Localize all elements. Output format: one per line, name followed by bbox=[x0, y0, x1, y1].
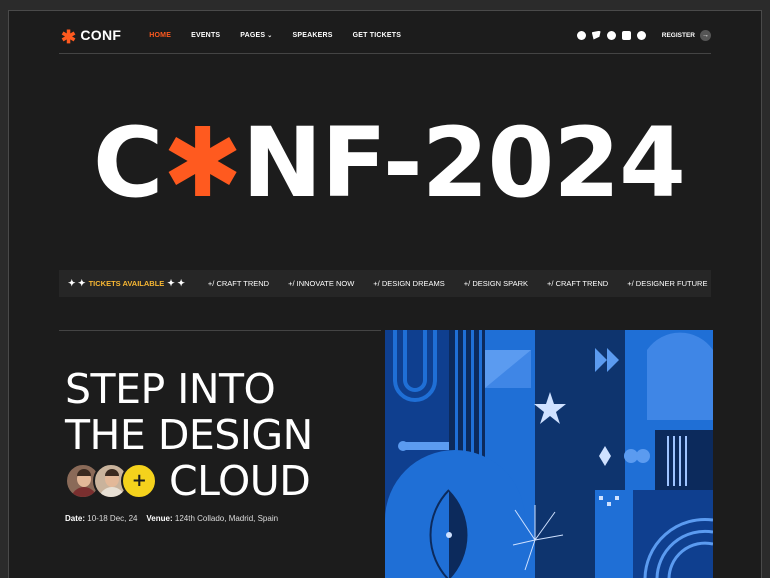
arrow-right-icon: → bbox=[700, 29, 711, 41]
ticker-bar: ✦ ✦ TICKETS AVAILABLE ✦ ✦ +/ CRAFT TREND… bbox=[59, 270, 711, 297]
sparkle-icon: ✦ ✦ bbox=[167, 278, 185, 288]
speaker-avatars: + bbox=[65, 463, 157, 499]
nav-get-tickets[interactable]: GET TICKETS bbox=[353, 32, 401, 39]
chevron-down-icon: ⌄ bbox=[267, 32, 273, 39]
headline-line-3: CLOUD bbox=[169, 457, 311, 505]
ticker-item: +/ DESIGN SPARK bbox=[463, 279, 529, 288]
tickets-available-label: TICKETS AVAILABLE bbox=[88, 279, 165, 288]
nav-get-tickets-label: GET TICKETS bbox=[352, 31, 402, 39]
geometric-artwork-image bbox=[385, 330, 713, 578]
headline: STEP INTO THE DESIGN + CLOUD bbox=[65, 366, 385, 504]
nav-right: REGISTER → bbox=[576, 29, 711, 41]
nav-pages-label: PAGES bbox=[240, 31, 266, 39]
github-icon[interactable] bbox=[606, 30, 616, 40]
ticker-item: +/ DESIGNER FUTURE bbox=[627, 279, 708, 288]
hero-title-pre: C bbox=[93, 107, 163, 219]
page-frame: ✱ CONF HOME EVENTS PAGES ⌄ SPEAKERS GET T… bbox=[8, 10, 762, 578]
logo-text: CONF bbox=[80, 27, 122, 43]
hero-star-icon: ✱ bbox=[162, 107, 243, 219]
nav-pages[interactable]: PAGES ⌄ bbox=[240, 32, 272, 39]
nav-divider bbox=[59, 53, 711, 54]
logo-star-icon: ✱ bbox=[61, 26, 77, 47]
register-button[interactable]: REGISTER → bbox=[661, 29, 711, 41]
twitter-icon[interactable] bbox=[591, 30, 601, 40]
add-speaker-button[interactable]: + bbox=[121, 463, 157, 499]
top-nav: ✱ CONF HOME EVENTS PAGES ⌄ SPEAKERS GET T… bbox=[61, 25, 711, 46]
nav-speakers-label: SPEAKERS bbox=[292, 31, 333, 39]
date-label: Date: bbox=[65, 514, 86, 523]
linkedin-icon[interactable] bbox=[621, 30, 631, 40]
dribbble-icon[interactable] bbox=[636, 30, 646, 40]
hero-title: C ✱ NF-2024 bbox=[69, 107, 709, 219]
headline-line-1: STEP INTO bbox=[65, 365, 276, 413]
hero-artwork bbox=[385, 330, 713, 578]
venue-label: Venue: bbox=[146, 514, 173, 523]
venue-value: 124th Collado, Madrid, Spain bbox=[174, 514, 279, 523]
headline-line-3-row: + CLOUD bbox=[65, 458, 385, 504]
nav-home-label: HOME bbox=[149, 31, 172, 39]
headline-line-2: THE DESIGN bbox=[65, 411, 313, 459]
ticker-item: +/ INNOVATE NOW bbox=[288, 279, 355, 288]
sparkle-icon: ✦ ✦ bbox=[68, 278, 86, 288]
nav-speakers[interactable]: SPEAKERS bbox=[293, 32, 333, 39]
logo[interactable]: ✱ CONF bbox=[61, 25, 121, 46]
tickets-available-link[interactable]: ✦ ✦ TICKETS AVAILABLE ✦ ✦ bbox=[65, 278, 188, 289]
section-divider bbox=[59, 330, 381, 331]
main-menu: HOME EVENTS PAGES ⌄ SPEAKERS GET TICKETS bbox=[149, 32, 421, 39]
register-label: REGISTER bbox=[661, 31, 695, 39]
facebook-icon[interactable] bbox=[576, 30, 586, 40]
nav-events[interactable]: EVENTS bbox=[191, 32, 220, 39]
date-value: 10-18 Dec, 24 bbox=[87, 514, 138, 523]
ticker-item: +/ CRAFT TREND bbox=[207, 279, 270, 288]
ticker-item: +/ CRAFT TREND bbox=[547, 279, 609, 288]
nav-home[interactable]: HOME bbox=[149, 32, 171, 39]
ticker-item: +/ DESIGN DREAMS bbox=[373, 279, 445, 288]
nav-events-label: EVENTS bbox=[191, 31, 221, 39]
event-info: Date: 10-18 Dec, 24 Venue: 124th Collado… bbox=[65, 514, 278, 523]
hero-title-post: NF-2024 bbox=[241, 107, 686, 219]
